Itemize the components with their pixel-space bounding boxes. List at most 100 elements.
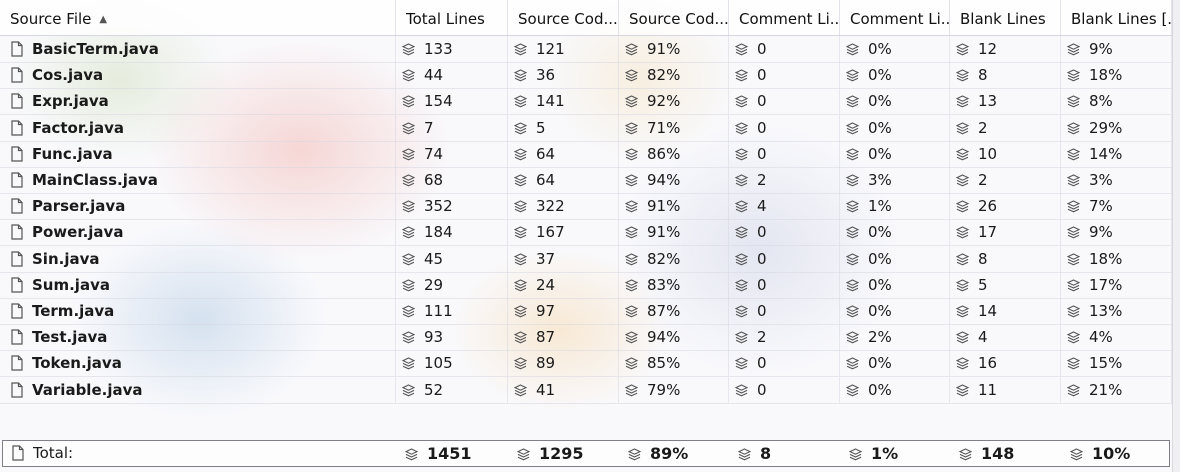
cell-source: 167 [508, 219, 619, 246]
column-header-label: Comment Li... [739, 10, 840, 28]
column-header-comment[interactable]: Comment Li... [729, 0, 840, 35]
table-row[interactable]: Cos.java 44 36 82% 0 0% 8 18% [0, 62, 1172, 90]
metric-value: 93 [424, 328, 444, 347]
metric-value: 0% [868, 302, 892, 320]
table-row[interactable]: Parser.java 352 322 91% 4 1% 26 7% [0, 193, 1172, 221]
column-header-source[interactable]: Source Cod... [508, 0, 619, 35]
cell-source: 87 [508, 324, 619, 351]
column-header-source-pct[interactable]: Source Cod... [619, 0, 729, 35]
cell-comment-pct: 0% [840, 140, 950, 167]
metric-value: 17 [978, 223, 998, 242]
cell-comment: 0 [729, 114, 840, 141]
cell-source-pct: 91% [619, 193, 729, 220]
table-row[interactable]: Sum.java 29 24 83% 0 0% 5 17% [0, 271, 1172, 299]
metric-value: 89% [650, 444, 689, 463]
column-header-comment-pct[interactable]: Comment Li... [840, 0, 950, 35]
table-row[interactable]: Func.java 74 64 86% 0 0% 10 14% [0, 140, 1172, 168]
cell-source: 5 [508, 114, 619, 141]
metric-value: 37 [536, 249, 556, 268]
layers-icon [734, 326, 749, 344]
metric-value: 4 [757, 197, 767, 216]
table-row[interactable]: Factor.java 7 5 71% 0 0% 2 29% [0, 114, 1172, 142]
layers-icon [845, 143, 860, 161]
layers-icon [404, 443, 419, 461]
metric-value: 121 [536, 40, 565, 58]
table-row[interactable]: Token.java 105 89 85% 0 0% 16 15% [0, 350, 1172, 378]
metric-value: 14% [1089, 144, 1123, 163]
cell-total: 1451 [399, 441, 511, 466]
metric-value: 0 [757, 354, 767, 373]
layers-icon [848, 443, 863, 461]
column-header-label: Blank Lines [960, 10, 1046, 28]
layers-icon [734, 352, 749, 370]
metric-value: 71% [647, 118, 681, 137]
metric-value: 9% [1089, 223, 1113, 242]
cell-blank-pct: 17% [1061, 271, 1172, 298]
metric-value: 0 [757, 144, 767, 163]
layers-icon [734, 379, 749, 397]
metric-value: 1451 [427, 444, 472, 463]
layers-icon [845, 169, 860, 187]
table-row[interactable]: Power.java 184 167 91% 0 0% 17 9% [0, 219, 1172, 247]
cell-blank: 16 [950, 350, 1061, 377]
cell-blank: 13 [950, 88, 1061, 115]
cell-source-pct: 85% [619, 350, 729, 377]
cell-file: Cos.java [0, 62, 396, 89]
cell-comment: 0 [729, 219, 840, 246]
file-name: Token.java [32, 354, 122, 373]
metric-value: 5 [978, 275, 988, 294]
metric-value: 0% [868, 40, 892, 58]
table-row[interactable]: Sin.java 45 37 82% 0 0% 8 18% [0, 245, 1172, 273]
layers-icon [513, 169, 528, 187]
table-row[interactable]: Term.java 111 97 87% 0 0% 14 13% [0, 298, 1172, 325]
column-header-blank[interactable]: Blank Lines [950, 0, 1061, 35]
layers-icon [955, 143, 970, 161]
layers-icon [401, 248, 416, 266]
metric-value: 5 [536, 118, 546, 137]
metric-value: 3% [868, 171, 892, 189]
metric-value: 2 [757, 171, 767, 189]
cell-comment: 0 [729, 62, 840, 89]
table-row[interactable]: MainClass.java 68 64 94% 2 3% 2 3% [0, 167, 1172, 194]
cell-blank-pct: 3% [1061, 167, 1172, 193]
cell-total: 45 [396, 245, 508, 272]
cell-total: 93 [396, 324, 508, 351]
layers-icon [624, 379, 639, 397]
cell-file: Expr.java [0, 88, 396, 115]
column-header-file[interactable]: Source File ▲ [0, 0, 396, 35]
column-header-blank-pct[interactable]: Blank Lines [... [1061, 0, 1172, 35]
cell-blank: 8 [950, 245, 1061, 272]
column-header-label: Source File [10, 10, 92, 28]
metric-value: 322 [536, 197, 565, 216]
totals-row: Total: 1451 1295 89% 8 1% 148 10% [2, 440, 1170, 467]
layers-icon [845, 90, 860, 108]
metric-value: 0 [757, 223, 767, 242]
table-row[interactable]: Expr.java 154 141 92% 0 0% 13 8% [0, 88, 1172, 116]
metric-value: 0 [757, 302, 767, 320]
table-row[interactable]: Test.java 93 87 94% 2 2% 4 4% [0, 324, 1172, 352]
column-header-total[interactable]: Total Lines [396, 0, 508, 35]
cell-source: 64 [508, 167, 619, 193]
cell-comment-pct: 2% [840, 324, 950, 351]
cell-total: 74 [396, 140, 508, 167]
layers-icon [1069, 443, 1084, 461]
table-header: Source File ▲ Total Lines Source Cod... Sour… [0, 0, 1172, 36]
cell-source-pct: 86% [619, 140, 729, 167]
layers-icon [955, 38, 970, 56]
table-row[interactable]: BasicTerm.java 133 121 91% 0 0% 12 9% [0, 36, 1172, 63]
cell-blank-pct: 7% [1061, 193, 1172, 220]
metric-value: 154 [424, 92, 453, 111]
cell-comment: 4 [729, 193, 840, 220]
layers-icon [624, 300, 639, 318]
table-row[interactable]: Variable.java 52 41 79% 0 0% 11 21% [0, 376, 1172, 404]
cell-blank: 5 [950, 271, 1061, 298]
cell-comment-pct: 1% [843, 441, 953, 466]
metric-value: 0 [757, 118, 767, 137]
layers-icon [734, 274, 749, 292]
layers-icon [624, 274, 639, 292]
metric-value: 52 [424, 380, 444, 399]
cell-total: 52 [396, 376, 508, 403]
vertical-scrollbar[interactable] [1172, 0, 1180, 472]
file-name: Expr.java [32, 92, 109, 111]
file-name: Factor.java [32, 118, 124, 137]
